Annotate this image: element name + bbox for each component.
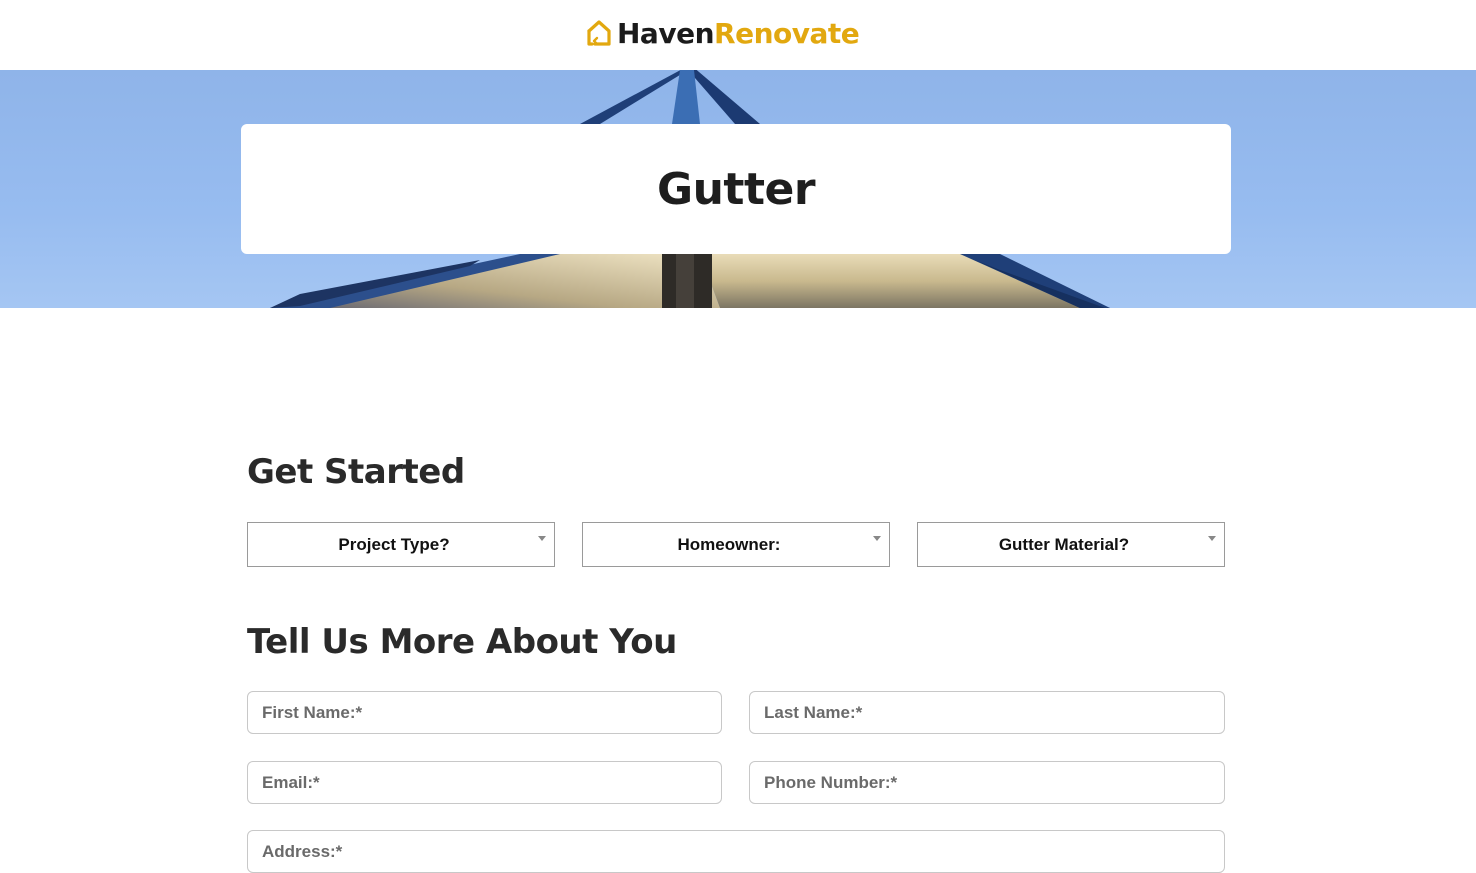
gutter-material-select[interactable]: Gutter Material? [917, 522, 1225, 567]
site-header: Haven Renovate [0, 0, 1476, 70]
first-name-field[interactable] [247, 691, 722, 734]
chevron-down-icon [538, 536, 546, 541]
chevron-down-icon [873, 536, 881, 541]
brand-name-renovate: Renovate [714, 16, 860, 50]
hero-title-card: Gutter [241, 124, 1231, 254]
brand-logo[interactable]: Haven Renovate [586, 14, 860, 52]
project-type-label: Project Type? [338, 534, 450, 554]
chevron-down-icon [1208, 536, 1216, 541]
page-title: Gutter [656, 163, 816, 215]
brand-name-haven: Haven [617, 16, 715, 50]
homeowner-select[interactable]: Homeowner: [582, 522, 890, 567]
gutter-material-label: Gutter Material? [998, 534, 1130, 554]
project-type-select[interactable]: Project Type? [247, 522, 555, 567]
get-started-heading: Get Started [247, 452, 465, 492]
last-name-field[interactable] [749, 691, 1225, 734]
homeowner-label: Homeowner: [677, 534, 781, 554]
house-icon [587, 20, 611, 46]
hero-banner: Gutter [0, 70, 1476, 308]
about-you-heading: Tell Us More About You [247, 622, 677, 662]
address-field[interactable] [247, 830, 1225, 873]
email-field[interactable] [247, 761, 722, 804]
phone-number-field[interactable] [749, 761, 1225, 804]
